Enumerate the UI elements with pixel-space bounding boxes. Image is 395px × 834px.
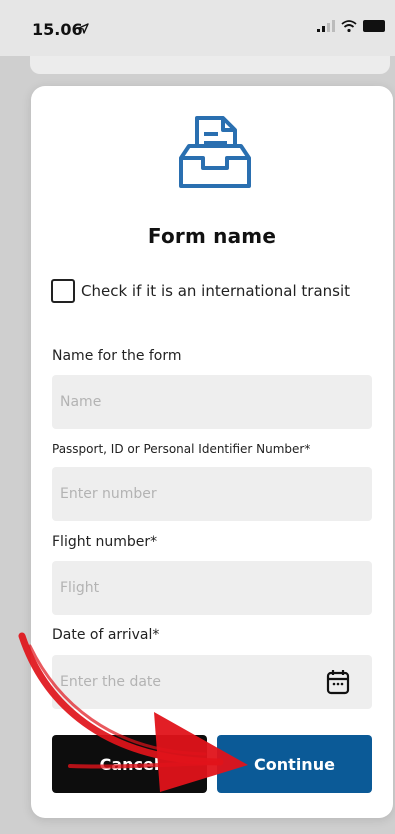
checkbox-label: Check if it is an international transit xyxy=(81,282,351,300)
inbox-document-icon xyxy=(179,116,251,188)
form-name-input[interactable]: Name xyxy=(52,375,372,429)
flight-number-input[interactable]: Flight xyxy=(52,561,372,615)
international-transit-checkbox-row[interactable]: Check if it is an international transit xyxy=(51,279,350,303)
form-modal: Form name Check if it is an internationa… xyxy=(31,86,393,818)
arrival-date-placeholder: Enter the date xyxy=(60,674,162,690)
form-title: Form name xyxy=(147,224,277,248)
passport-number-label: Passport, ID or Personal Identifier Numb… xyxy=(52,442,311,456)
status-bar: 15.06 xyxy=(0,0,395,56)
form-name-label: Name for the form xyxy=(52,348,182,364)
battery-icon xyxy=(363,20,385,32)
flight-number-label: Flight number* xyxy=(52,534,158,550)
form-name-placeholder: Name xyxy=(60,394,102,410)
international-transit-checkbox[interactable] xyxy=(51,279,75,303)
status-icons xyxy=(317,20,385,32)
passport-number-placeholder: Enter number xyxy=(60,486,157,502)
status-time: 15.06 xyxy=(32,20,83,39)
arrival-date-label: Date of arrival* xyxy=(52,627,160,643)
signal-icon xyxy=(317,20,335,32)
location-arrow-icon xyxy=(78,23,89,34)
flight-number-placeholder: Flight xyxy=(60,580,100,596)
arrival-date-input[interactable]: Enter the date xyxy=(52,655,372,709)
passport-number-input[interactable]: Enter number xyxy=(52,467,372,521)
cancel-button[interactable]: Cancel xyxy=(52,735,207,793)
calendar-icon[interactable] xyxy=(326,669,350,695)
background-card xyxy=(30,56,390,74)
wifi-icon xyxy=(341,20,357,32)
continue-button[interactable]: Continue xyxy=(217,735,372,793)
